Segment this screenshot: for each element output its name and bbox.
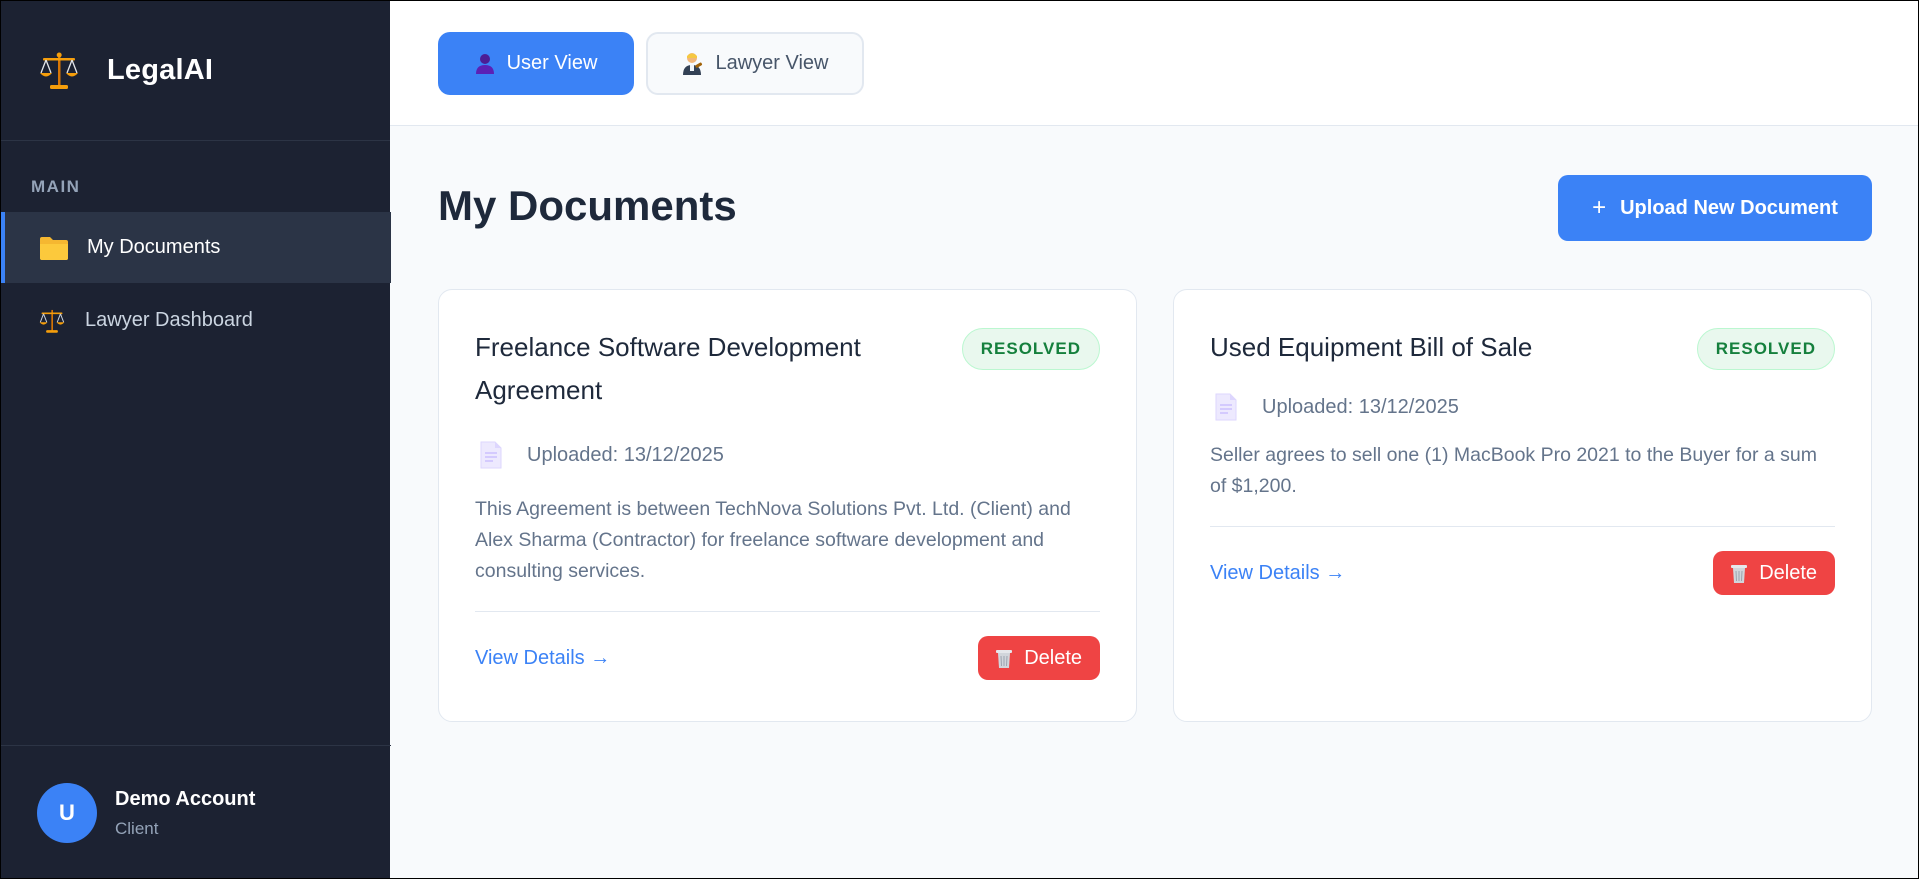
user-name: Demo Account <box>115 787 256 810</box>
upload-date: Uploaded: 13/12/2025 <box>1262 395 1459 418</box>
sidebar-item-my-documents[interactable]: My Documents <box>1 212 391 283</box>
document-title: Freelance Software Development Agreement <box>475 332 861 405</box>
delete-label: Delete <box>1024 646 1082 669</box>
user-view-label: User View <box>506 52 598 74</box>
trash-icon <box>994 647 1014 669</box>
document-icon <box>479 440 505 470</box>
brand-name: LegalAI <box>107 54 214 86</box>
sidebar: LegalAI MAIN My Documents Lawyer Dashboa… <box>0 0 391 879</box>
page-title: My Documents <box>438 182 737 229</box>
lawyer-icon <box>681 52 703 76</box>
divider <box>475 611 1100 612</box>
document-icon <box>1214 392 1240 422</box>
delete-button[interactable]: Delete <box>978 636 1100 680</box>
document-description: Seller agrees to sell one (1) MacBook Pr… <box>1210 444 1817 497</box>
document-title: Used Equipment Bill of Sale <box>1210 332 1533 362</box>
divider <box>1210 526 1835 527</box>
user-profile[interactable]: U Demo Account Client <box>1 745 391 879</box>
nav-section-label: MAIN <box>31 177 81 196</box>
document-meta: Uploaded: 13/12/2025 <box>1210 392 1835 422</box>
document-description: This Agreement is between TechNova Solut… <box>475 498 1071 582</box>
delete-button[interactable]: Delete <box>1713 551 1835 595</box>
user-view-button[interactable]: User View <box>438 32 634 95</box>
document-card: Used Equipment Bill of Sale RESOLVED Upl… <box>1173 289 1872 722</box>
lawyer-view-label: Lawyer View <box>715 52 829 74</box>
user-role: Client <box>115 818 159 838</box>
upload-new-document-button[interactable]: + Upload New Document <box>1558 175 1872 241</box>
sidebar-item-label: Lawyer Dashboard <box>85 309 253 331</box>
scales-icon <box>37 306 67 336</box>
delete-label: Delete <box>1759 561 1817 584</box>
view-details-link[interactable]: View Details → <box>1210 562 1345 585</box>
brand[interactable]: LegalAI <box>1 1 390 141</box>
upload-button-label: Upload New Document <box>1620 196 1838 219</box>
document-card: Freelance Software Development Agreement… <box>438 289 1137 722</box>
view-details-link[interactable]: View Details → <box>475 647 610 670</box>
plus-icon: + <box>1592 194 1607 221</box>
status-badge: RESOLVED <box>961 328 1100 370</box>
status-badge: RESOLVED <box>1696 328 1835 370</box>
document-meta: Uploaded: 13/12/2025 <box>475 440 1100 470</box>
sidebar-item-label: My Documents <box>87 236 221 258</box>
sidebar-item-lawyer-dashboard[interactable]: Lawyer Dashboard <box>1 285 391 356</box>
topbar: User View Lawyer View <box>390 0 1919 126</box>
avatar: U <box>37 783 97 843</box>
trash-icon <box>1729 562 1749 584</box>
lawyer-view-button[interactable]: Lawyer View <box>646 32 864 95</box>
folder-icon <box>39 233 69 263</box>
scales-icon <box>37 49 81 93</box>
upload-date: Uploaded: 13/12/2025 <box>527 443 724 466</box>
user-info: Demo Account Client <box>115 788 255 839</box>
user-icon <box>475 53 495 75</box>
